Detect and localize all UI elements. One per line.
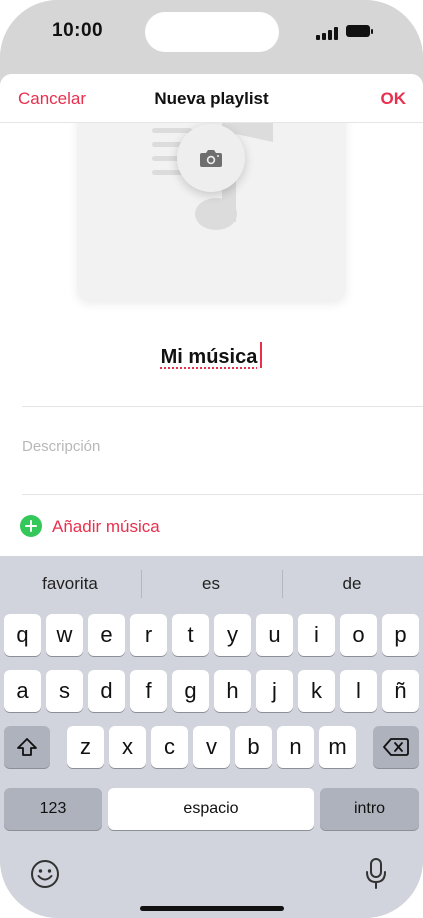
dictation-button[interactable] [364,857,388,896]
camera-button[interactable] [177,124,245,192]
status-bar: 10:00 [0,0,423,72]
status-time: 10:00 [52,20,104,41]
camera-icon [200,150,222,167]
key[interactable]: s [46,670,83,712]
return-key[interactable]: intro [320,788,419,830]
sheet-navbar: Cancelar Nueva playlist OK [0,74,423,123]
numbers-key[interactable]: 123 [4,788,102,830]
suggestion-bar: favorita es de [0,556,423,612]
delete-icon [383,738,409,756]
suggestion-item[interactable]: favorita [0,574,140,594]
add-music-label: Añadir música [52,517,160,536]
battery-icon [346,25,373,37]
emoji-button[interactable] [30,859,60,894]
divider [22,494,423,495]
shift-icon [17,738,37,756]
key[interactable]: w [46,614,83,656]
sheet-title: Nueva playlist [154,89,269,108]
key[interactable]: c [151,726,188,768]
plus-circle-icon [20,515,42,537]
key[interactable]: i [298,614,335,656]
home-indicator [140,906,284,911]
shift-key[interactable] [4,726,50,768]
space-key[interactable]: espacio [108,788,314,830]
text-cursor [260,342,263,368]
dynamic-island [145,12,279,52]
key[interactable]: y [214,614,251,656]
key[interactable]: q [4,614,41,656]
key[interactable]: u [256,614,293,656]
key[interactable]: m [319,726,356,768]
key[interactable]: t [172,614,209,656]
key[interactable]: o [340,614,377,656]
key[interactable]: l [340,670,377,712]
key[interactable]: n [277,726,314,768]
divider [22,406,423,407]
description-field[interactable]: Descripción [22,438,100,455]
key[interactable]: k [298,670,335,712]
key[interactable]: j [256,670,293,712]
phone-screen: 10:00 Cancelar Nueva playlist OK Mi músi… [0,0,423,918]
key[interactable]: f [130,670,167,712]
key[interactable]: g [172,670,209,712]
signal-icon [316,27,340,40]
ok-button[interactable]: OK [381,89,407,109]
suggestion-item[interactable]: es [141,574,281,594]
key[interactable]: x [109,726,146,768]
emoji-icon [31,860,59,888]
playlist-name-text: Mi música [160,346,258,368]
key[interactable]: p [382,614,419,656]
key[interactable]: d [88,670,125,712]
playlist-name-field[interactable]: Mi música [0,342,423,369]
key[interactable]: v [193,726,230,768]
suggestion-item[interactable]: de [282,574,422,594]
key[interactable]: h [214,670,251,712]
key[interactable]: a [4,670,41,712]
delete-key[interactable] [373,726,419,768]
keyboard: favorita es de q w e r t y u i o p a s d… [0,556,423,918]
key[interactable]: e [88,614,125,656]
key[interactable]: b [235,726,272,768]
key[interactable]: z [67,726,104,768]
new-playlist-sheet: Cancelar Nueva playlist OK Mi música Des… [0,74,423,564]
microphone-icon [366,858,386,889]
key[interactable]: ñ [382,670,419,712]
key[interactable]: r [130,614,167,656]
